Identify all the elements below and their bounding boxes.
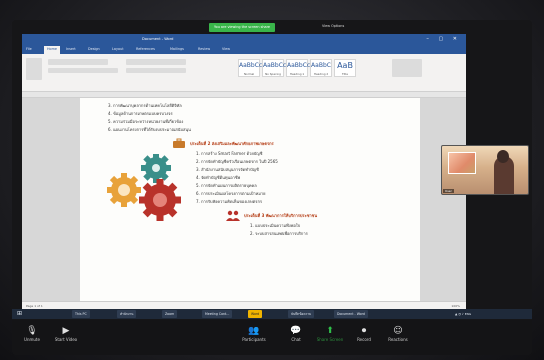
- heading-issue-2: ประเด็นที่ 2 ส่งเสริมและพัฒนาศักยภาพเกษต…: [190, 141, 274, 146]
- briefcase-icon: [173, 138, 185, 148]
- window-controls[interactable]: – ▢ ✕: [426, 36, 461, 42]
- top-item: 3. การพัฒนาบุคลากรด้านเทคโนโลยีดิจิทัล: [108, 103, 182, 108]
- style-sample: AaBbC: [311, 62, 331, 69]
- zoom-meeting-controls: 🎙 Unmute ▶ Start Video 👥 Participants 💬 Chat…: [12, 320, 532, 355]
- taskbar-item[interactable]: Zoom: [162, 310, 178, 318]
- issue-3-item: 2. ระบบสารสนเทศเพื่อการบริการ: [250, 231, 308, 236]
- word-statusbar: Page 1 of 1 100%: [22, 301, 466, 309]
- zoom-level[interactable]: 100%: [451, 304, 460, 308]
- tab-file[interactable]: File: [26, 47, 32, 51]
- tab-view[interactable]: View: [222, 47, 230, 51]
- style-name: Heading 2: [313, 72, 329, 76]
- gears-illustration: [107, 154, 181, 221]
- style-sample: AaBbCc: [287, 62, 311, 69]
- document-page[interactable]: 3. การพัฒนาบุคลากรด้านเทคโนโลยีดิจิทัล 4…: [80, 98, 420, 301]
- taskbar-item[interactable]: This PC: [72, 310, 90, 318]
- gear-orange-icon: [107, 173, 141, 207]
- camera-icon: ▶: [62, 326, 70, 336]
- word-window: Document - Word – ▢ ✕ File Home Insert D…: [22, 34, 466, 309]
- page-count: Page 1 of 1: [26, 304, 43, 308]
- record-label: Record: [357, 337, 371, 342]
- top-item: 5. ความร่วมมือระหว่างหน่วยงานที่เกี่ยวข้…: [108, 119, 184, 124]
- taskbar-item[interactable]: บันทึกข้อความ: [288, 310, 315, 318]
- view-options-button[interactable]: View Options: [322, 24, 344, 28]
- background-poster: [448, 152, 476, 174]
- ribbon: AaBbCc Normal AaBbCc No Spacing AaBbCc Head…: [22, 54, 466, 92]
- taskbar-item[interactable]: Meeting Cont...: [202, 310, 233, 318]
- paragraph-buttons[interactable]: [126, 59, 186, 65]
- camera-thumbnail[interactable]: User: [441, 145, 529, 195]
- share-screen-label: Share Screen: [316, 337, 344, 342]
- zoom-share-banner: You are viewing the screen share: [209, 23, 275, 32]
- style-heading-1[interactable]: AaBbCc Heading 1: [286, 59, 311, 77]
- tab-insert[interactable]: Insert: [66, 47, 76, 51]
- top-item: 4. ข้อมูลด้านการเกษตรแบบครบวงจร: [108, 111, 173, 116]
- windows-taskbar: ⊞ This PC สำนักงาน Zoom Meeting Cont... …: [12, 309, 532, 319]
- window-title: Document - Word: [142, 37, 174, 41]
- font-selector[interactable]: [48, 59, 108, 65]
- chat-label: Chat: [291, 337, 301, 342]
- system-tray[interactable]: ▲ ◔ ♪ ENG: [452, 310, 475, 318]
- issue-2-item: 3. สำนักงานสนับสนุนการจัดทำบัญชี: [196, 167, 259, 172]
- photo-scene: You are viewing the screen share View Op…: [0, 0, 544, 360]
- participants-label: Participants: [242, 337, 266, 342]
- editing-group[interactable]: [392, 59, 422, 77]
- tab-review[interactable]: Review: [198, 47, 210, 51]
- top-item: 6. แผนงานโครงการที่ได้รับงบประมาณสนับสนุ…: [108, 127, 191, 132]
- reactions-button[interactable]: ☺ Reactions: [378, 325, 418, 342]
- issue-2-item: 4. จัดทำบัญชีต้นทุนอาชีพ: [196, 175, 241, 180]
- word-titlebar: Document - Word – ▢ ✕: [22, 34, 466, 45]
- camera-name-label: User: [443, 189, 454, 193]
- style-normal[interactable]: AaBbCc Normal: [238, 59, 263, 77]
- start-windows-icon[interactable]: ⊞: [14, 310, 26, 318]
- issue-3-item: 1. แบบประเมินความพึงพอใจ: [250, 223, 301, 228]
- issue-2-item: 2. การจัดทำบัญชีครัวเรือนเกษตรกร ในปี 25…: [196, 159, 278, 164]
- issue-2-item: 6. การประเมินผลโครงการตามเป้าหมาย: [196, 191, 266, 196]
- reactions-icon: ☺: [393, 326, 403, 336]
- tab-layout[interactable]: Layout: [112, 47, 124, 51]
- paste-button[interactable]: [26, 58, 42, 80]
- start-video-label: Start Video: [54, 337, 78, 342]
- participants-button[interactable]: 👥 Participants: [234, 325, 274, 342]
- style-no-spacing[interactable]: AaBbCc No Spacing: [262, 59, 287, 77]
- issue-2-item: 1. การสร้าง Smart Farmer ด้วยบัญชี: [196, 151, 263, 156]
- font-format-buttons[interactable]: [48, 68, 118, 73]
- issue-2-item: 7. การรับฟังความคิดเห็นของเกษตรกร: [196, 199, 263, 204]
- tab-design[interactable]: Design: [88, 47, 100, 51]
- style-name: Heading 1: [289, 72, 305, 76]
- document-area: 3. การพัฒนาบุคลากรด้านเทคโนโลยีดิจิทัล 4…: [22, 98, 466, 301]
- issue-2-item: 5. การจัดทำแผนการผลิตรายบุคคล: [196, 183, 257, 188]
- unmute-label: Unmute: [24, 337, 40, 342]
- tab-mailings[interactable]: Mailings: [170, 47, 184, 51]
- style-name: Title: [342, 72, 348, 76]
- taskbar-item-word[interactable]: Word: [248, 310, 263, 318]
- alignment-buttons[interactable]: [126, 68, 186, 73]
- gear-teal-icon: [141, 154, 171, 183]
- style-name: No Spacing: [265, 72, 281, 76]
- start-video-button[interactable]: ▶ Start Video: [46, 325, 86, 342]
- people-icon: [226, 210, 240, 221]
- style-sample: AaBbCc: [239, 62, 263, 69]
- taskbar-item[interactable]: สำนักงาน: [117, 310, 137, 318]
- gear-red-icon: [139, 179, 181, 221]
- style-heading-2[interactable]: AaBbC Heading 2: [310, 59, 332, 77]
- tab-references[interactable]: References: [136, 47, 155, 51]
- style-sample: AaBbCc: [263, 62, 287, 69]
- style-name: Normal: [243, 72, 255, 76]
- reactions-label: Reactions: [388, 337, 408, 342]
- style-sample: AaB: [337, 61, 353, 70]
- tab-home[interactable]: Home: [44, 46, 61, 54]
- heading-issue-3: ประเด็นที่ 3 พัฒนาการให้บริการประชาชน: [244, 213, 318, 218]
- person-head: [497, 150, 509, 163]
- participants-icon: 👥: [248, 326, 260, 336]
- taskbar-item[interactable]: Document - Word: [334, 310, 368, 318]
- style-title[interactable]: AaB Title: [334, 59, 356, 77]
- ribbon-tabs: File Home Insert Design Layout Reference…: [22, 45, 466, 54]
